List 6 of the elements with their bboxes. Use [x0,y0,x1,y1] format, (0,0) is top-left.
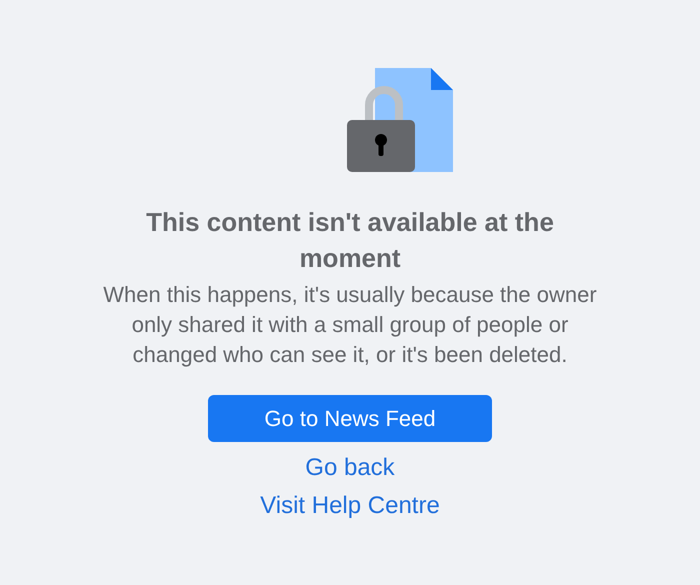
link[interactable]: Go back [305,454,395,482]
message-text: When this happens, it's usually because the owner only shared it with a small group of people or changed who can see it, or it's been deleted. [102,281,598,369]
locked-document-icon [347,68,453,172]
link[interactable]: Visit Help Centre [260,492,440,520]
page-title: This content isn't available at the moment [145,206,555,275]
news-feed-button[interactable]: Go to News Feed [208,395,492,442]
